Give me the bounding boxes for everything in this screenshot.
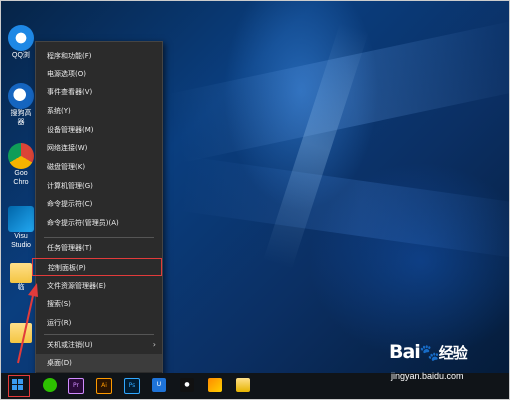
photoshop-icon[interactable]: Ps — [124, 378, 140, 394]
start-button[interactable] — [12, 379, 24, 391]
annotation-arrow — [17, 283, 38, 364]
desktop: QQ浏 搜狗高 器 Goo Chro Visu Studio 临 程序和功能(F… — [0, 0, 510, 400]
windows-logo-icon — [12, 379, 17, 384]
windows-logo-icon — [18, 379, 23, 384]
windows-logo-icon — [12, 385, 17, 390]
paint-icon[interactable] — [208, 378, 222, 392]
shield-app-icon[interactable]: U — [152, 378, 166, 392]
premiere-icon[interactable]: Pr — [68, 378, 84, 394]
baidu-watermark: Bai🐾经验 jingyan.baidu.com — [389, 341, 507, 391]
watermark-url: jingyan.baidu.com — [391, 371, 464, 381]
paw-icon: 🐾 — [419, 343, 440, 362]
illustrator-icon[interactable]: Ai — [96, 378, 112, 394]
watermark-brand: Bai🐾经验 — [389, 341, 468, 363]
penguin-icon[interactable]: ● — [180, 378, 194, 392]
wechat-icon[interactable] — [43, 378, 57, 392]
windows-logo-icon — [18, 385, 23, 390]
file-explorer-icon[interactable] — [236, 378, 250, 392]
